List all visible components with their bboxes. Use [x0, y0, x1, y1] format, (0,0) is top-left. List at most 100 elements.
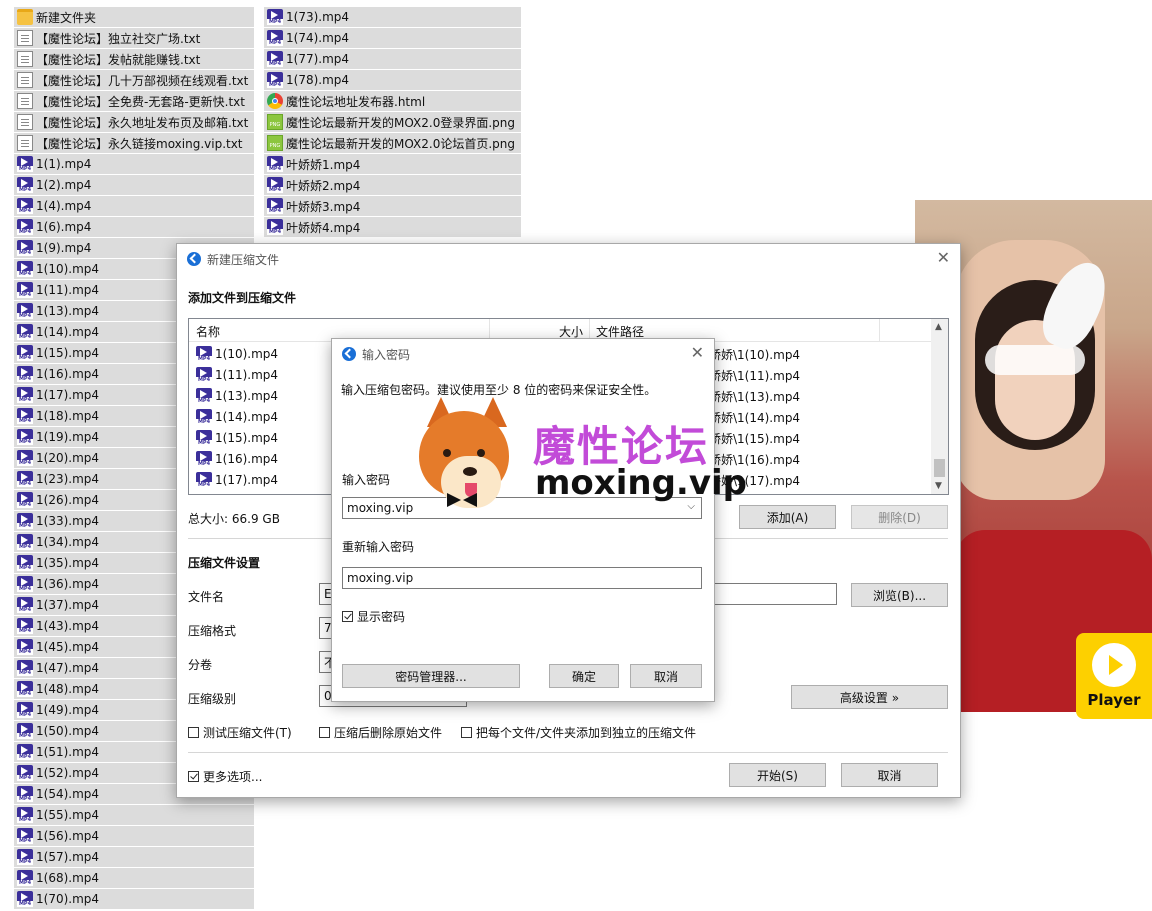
mp4-file-icon — [17, 282, 33, 298]
file-item[interactable]: 【魔性论坛】发帖就能赚钱.txt — [14, 49, 254, 69]
file-item[interactable]: 1(68).mp4 — [14, 868, 254, 888]
file-item[interactable]: 1(2).mp4 — [14, 175, 254, 195]
file-item[interactable]: 1(56).mp4 — [14, 826, 254, 846]
scrollbar-thumb[interactable] — [934, 459, 945, 477]
txt-file-icon — [17, 72, 33, 88]
file-item[interactable]: 叶娇娇4.mp4 — [264, 217, 521, 237]
mp4-file-icon — [17, 492, 33, 508]
file-item[interactable]: 1(77).mp4 — [264, 49, 521, 69]
txt-file-icon — [17, 93, 33, 109]
browse-button[interactable]: 浏览(B)... — [851, 583, 948, 607]
mp4-file-icon — [17, 324, 33, 340]
file-name: 1(11).mp4 — [36, 283, 100, 297]
table-row[interactable]: 1(11).mp4 — [193, 364, 278, 385]
section-add-files: 添加文件到压缩文件 — [188, 291, 297, 305]
file-item[interactable]: 魔性论坛地址发布器.html — [264, 91, 521, 111]
mp4-file-icon — [17, 387, 33, 403]
file-item[interactable]: 1(55).mp4 — [14, 805, 254, 825]
row-file-name: 1(13).mp4 — [215, 388, 279, 403]
repeat-password-input[interactable]: moxing.vip — [342, 567, 702, 589]
test-archive-checkbox[interactable]: 测试压缩文件(T) — [188, 724, 292, 741]
file-item[interactable]: 魔性论坛最新开发的MOX2.0登录界面.png — [264, 112, 521, 132]
separate-archives-checkbox[interactable]: 把每个文件/文件夹添加到独立的压缩文件 — [461, 724, 696, 741]
file-item[interactable]: 1(4).mp4 — [14, 196, 254, 216]
file-item[interactable]: 【魔性论坛】永久地址发布页及邮箱.txt — [14, 112, 254, 132]
table-row[interactable]: 1(15).mp4 — [193, 427, 278, 448]
checkbox-box[interactable] — [319, 727, 330, 738]
checkbox-box[interactable] — [461, 727, 472, 738]
file-name: 1(43).mp4 — [36, 619, 100, 633]
file-name: 1(35).mp4 — [36, 556, 100, 570]
add-button[interactable]: 添加(A) — [739, 505, 836, 529]
file-name: 1(2).mp4 — [36, 178, 92, 192]
file-item[interactable]: 1(78).mp4 — [264, 70, 521, 90]
table-row[interactable]: 1(13).mp4 — [193, 385, 278, 406]
html-file-icon — [267, 93, 283, 109]
start-button[interactable]: 开始(S) — [729, 763, 826, 787]
password-dialog-titlebar[interactable]: 输入密码 — [332, 339, 714, 369]
watermark: 魔性论坛 moxing.vip — [413, 393, 747, 513]
show-password-checkbox[interactable]: 显示密码 — [342, 608, 405, 625]
player-badge[interactable]: Player — [1076, 633, 1152, 719]
file-item[interactable]: 1(73).mp4 — [264, 7, 521, 27]
scroll-down-icon[interactable]: ▼ — [935, 481, 942, 491]
file-item[interactable]: 新建文件夹 — [14, 7, 254, 27]
file-name: 1(14).mp4 — [36, 325, 100, 339]
password-manager-button[interactable]: 密码管理器... — [342, 664, 520, 688]
checkbox-box[interactable] — [188, 771, 199, 782]
compress-dialog-titlebar[interactable]: 新建压缩文件 — [177, 244, 960, 274]
file-name: 1(34).mp4 — [36, 535, 100, 549]
more-options-checkbox[interactable]: 更多选项... — [188, 768, 262, 785]
more-options-label: 更多选项... — [203, 770, 263, 784]
file-item[interactable]: 1(6).mp4 — [14, 217, 254, 237]
file-item[interactable]: 叶娇娇2.mp4 — [264, 175, 521, 195]
vertical-scrollbar[interactable]: ▲ ▼ — [931, 319, 948, 494]
file-item[interactable]: 1(70).mp4 — [14, 889, 254, 909]
file-name: 1(19).mp4 — [36, 430, 100, 444]
file-item[interactable]: 【魔性论坛】全免费-无套路-更新快.txt — [14, 91, 254, 111]
table-row[interactable]: 1(14).mp4 — [193, 406, 278, 427]
mp4-file-icon — [17, 219, 33, 235]
mp4-file-icon — [17, 513, 33, 529]
column-name[interactable]: 名称 — [196, 323, 220, 340]
file-name: 1(45).mp4 — [36, 640, 100, 654]
delete-button[interactable]: 删除(D) — [851, 505, 948, 529]
file-item[interactable]: 1(1).mp4 — [14, 154, 254, 174]
advanced-settings-button[interactable]: 高级设置 » — [791, 685, 948, 709]
file-list-column-2: 1(73).mp4 1(74).mp4 1(77).mp4 1(78).mp4 魔性论坛… — [264, 7, 521, 238]
close-icon[interactable]: ✕ — [937, 250, 950, 266]
checkbox-box[interactable] — [188, 727, 199, 738]
table-row[interactable]: 1(10).mp4 — [193, 343, 278, 364]
file-item[interactable]: 叶娇娇1.mp4 — [264, 154, 521, 174]
mp4-file-icon — [17, 765, 33, 781]
file-name: 叶娇娇2.mp4 — [286, 178, 361, 193]
cancel-button[interactable]: 取消 — [841, 763, 938, 787]
file-item[interactable]: 魔性论坛最新开发的MOX2.0论坛首页.png — [264, 133, 521, 153]
file-name: 1(10).mp4 — [36, 262, 100, 276]
password-cancel-button[interactable]: 取消 — [630, 664, 702, 688]
close-icon[interactable]: ✕ — [691, 345, 704, 361]
table-row[interactable]: 1(17).mp4 — [193, 469, 278, 490]
divider — [188, 752, 948, 753]
file-item[interactable]: 【魔性论坛】独立社交广场.txt — [14, 28, 254, 48]
table-row[interactable]: 1(16).mp4 — [193, 448, 278, 469]
file-item[interactable]: 1(57).mp4 — [14, 847, 254, 867]
scroll-up-icon[interactable]: ▲ — [935, 322, 942, 332]
mp4-file-icon — [17, 723, 33, 739]
bowtie-right — [463, 493, 477, 507]
file-item[interactable]: 1(74).mp4 — [264, 28, 521, 48]
file-name: 1(23).mp4 — [36, 472, 100, 486]
file-name: 叶娇娇1.mp4 — [286, 157, 361, 172]
password-value: moxing.vip — [347, 501, 414, 515]
file-name: 1(6).mp4 — [36, 220, 92, 234]
txt-file-icon — [17, 135, 33, 151]
ok-button[interactable]: 确定 — [549, 664, 619, 688]
delete-after-checkbox[interactable]: 压缩后删除原始文件 — [319, 724, 442, 741]
mp4-file-icon — [17, 534, 33, 550]
file-item[interactable]: 叶娇娇3.mp4 — [264, 196, 521, 216]
file-item[interactable]: 【魔性论坛】几十万部视频在线观看.txt — [14, 70, 254, 90]
file-item[interactable]: 【魔性论坛】永久链接moxing.vip.txt — [14, 133, 254, 153]
checkbox-box[interactable] — [342, 611, 353, 622]
shiba-logo — [419, 411, 509, 508]
bowtie-left — [447, 493, 461, 507]
